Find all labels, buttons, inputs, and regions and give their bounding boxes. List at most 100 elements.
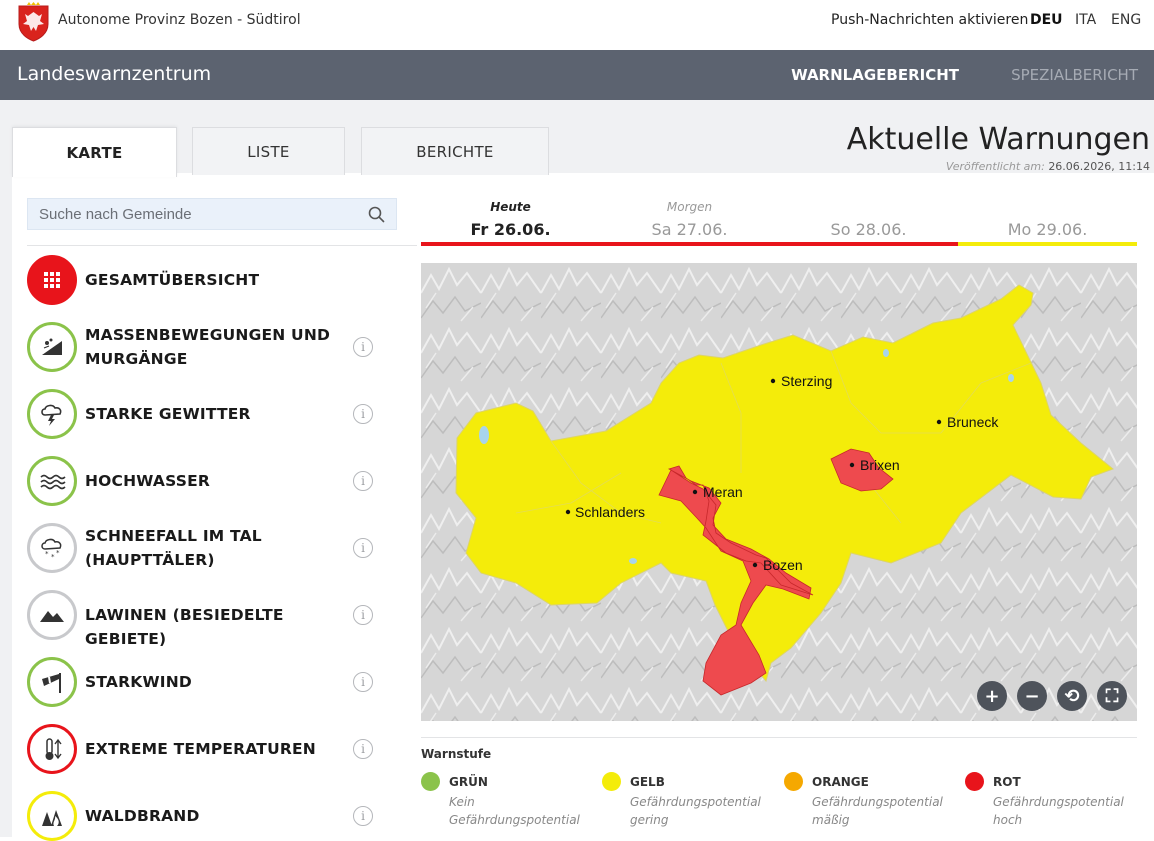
day-date: So 28.06. <box>830 220 907 239</box>
legend-name: ROT <box>993 775 1021 789</box>
push-notifications-link[interactable]: Push-Nachrichten aktivieren <box>831 12 1028 28</box>
divider <box>27 245 417 246</box>
day-label: Heute <box>490 200 531 214</box>
main-nav: Landeswarnzentrum WARNLAGEBERICHT SPEZIA… <box>0 50 1154 100</box>
tab-karte[interactable]: KARTE <box>12 127 177 177</box>
thermometer-icon <box>45 738 62 760</box>
legend-desc: Gefährdungspotential mäßig <box>812 795 943 827</box>
svg-text:*: * <box>51 553 55 561</box>
town-bozen: Bozen <box>763 557 803 573</box>
day-tab-2[interactable]: So 28.06. <box>779 200 958 239</box>
svg-text:*: * <box>45 550 49 558</box>
tab-berichte[interactable]: BERICHTE <box>361 127 549 175</box>
legend-name: ORANGE <box>812 775 869 789</box>
coat-of-arms-logo[interactable] <box>17 2 50 42</box>
zoom-in-button[interactable]: + <box>977 681 1007 711</box>
map-svg: Sterzing Bruneck Brixen Meran Schlanders… <box>421 263 1137 721</box>
info-icon[interactable]: i <box>353 471 373 491</box>
category-item-extreme-temperaturen[interactable]: EXTREME TEMPERATUREN i <box>27 724 387 774</box>
info-icon[interactable]: i <box>353 404 373 424</box>
legend-desc: Gefährdungspotential hoch <box>993 795 1124 827</box>
legend-desc: Kein Gefährdungspotential <box>449 795 580 827</box>
info-icon[interactable]: i <box>353 337 373 357</box>
fullscreen-button[interactable]: ⛶ <box>1097 681 1127 711</box>
legend-dot-yellow <box>602 772 621 791</box>
page-title: Aktuelle Warnungen <box>846 122 1150 157</box>
water-waves-icon <box>40 474 66 490</box>
town-sterzing: Sterzing <box>781 373 832 389</box>
legend-divider <box>421 737 1137 738</box>
category-label: HOCHWASSER <box>85 472 211 490</box>
zoom-out-button[interactable]: − <box>1017 681 1047 711</box>
site-brand[interactable]: Landeswarnzentrum <box>17 63 211 85</box>
warning-map[interactable]: Sterzing Bruneck Brixen Meran Schlanders… <box>421 263 1137 721</box>
category-label: WALDBRAND <box>85 807 200 825</box>
mountain-icon <box>40 611 64 622</box>
snowfall-icon: * * * <box>41 538 62 561</box>
category-status-circle <box>27 322 77 372</box>
published-value: 26.06.2026, 11:14 <box>1048 160 1150 173</box>
legend-name: GELB <box>630 775 665 789</box>
category-label: SCHNEEFALL IM TAL (HAUPTTÄLER) <box>85 527 262 569</box>
info-icon[interactable]: i <box>353 806 373 826</box>
reset-view-button[interactable]: ⟲ <box>1057 681 1087 711</box>
lang-eng[interactable]: ENG <box>1111 12 1141 28</box>
category-label: EXTREME TEMPERATUREN <box>85 740 316 758</box>
thunderstorm-icon <box>41 404 62 426</box>
category-item-lawinen[interactable]: LAWINEN (BESIEDELTE GEBIETE) i <box>27 590 387 648</box>
category-item-hochwasser[interactable]: HOCHWASSER i <box>27 456 387 506</box>
category-item-waldbrand[interactable]: WALDBRAND i <box>27 791 387 841</box>
legend-title: Warnstufe <box>421 747 492 761</box>
category-label: GESAMTÜBERSICHT <box>85 271 260 289</box>
day-date: Mo 29.06. <box>1007 220 1088 239</box>
category-status-circle <box>27 255 77 305</box>
forest-fire-icon <box>42 810 62 826</box>
category-item-starkwind[interactable]: STARKWIND i <box>27 657 387 707</box>
town-schlanders: Schlanders <box>575 504 645 520</box>
category-label: MASSENBEWEGUNGEN UND MURGÄNGE <box>85 326 331 368</box>
town-bruneck: Bruneck <box>947 414 999 430</box>
search-input[interactable] <box>28 199 348 229</box>
town-meran: Meran <box>703 484 743 500</box>
category-item-gesamtuebersicht[interactable]: GESAMTÜBERSICHT <box>27 255 387 305</box>
published-label: Veröffentlicht am: <box>945 160 1045 173</box>
landslide-icon <box>42 338 62 355</box>
org-name[interactable]: Autonome Provinz Bozen - Südtirol <box>58 12 301 28</box>
category-item-schneefall[interactable]: * * * SCHNEEFALL IM TAL (HAUPTTÄLER) i <box>27 523 387 573</box>
info-icon[interactable]: i <box>353 739 373 759</box>
lang-ita[interactable]: ITA <box>1075 12 1096 28</box>
legend-dot-red <box>965 772 984 791</box>
lang-deu[interactable]: DEU <box>1030 12 1063 28</box>
town-brixen: Brixen <box>860 457 900 473</box>
nav-spezialbericht[interactable]: SPEZIALBERICHT <box>1011 66 1138 84</box>
category-label: STARKWIND <box>85 673 192 691</box>
day-label: Morgen <box>666 200 713 214</box>
category-item-starke-gewitter[interactable]: STARKE GEWITTER i <box>27 389 387 439</box>
day-tab-1[interactable]: Morgen Sa 27.06. <box>600 200 779 239</box>
legend-dot-orange <box>784 772 803 791</box>
windsock-icon <box>42 673 61 693</box>
day-tab-0[interactable]: Heute Fr 26.06. <box>421 200 600 239</box>
category-item-massenbewegungen[interactable]: MASSENBEWEGUNGEN UND MURGÄNGE i <box>27 322 387 372</box>
info-icon[interactable]: i <box>353 672 373 692</box>
legend-name: GRÜN <box>449 775 488 789</box>
category-status-circle <box>27 724 77 774</box>
grid-icon <box>44 272 60 288</box>
day-date: Sa 27.06. <box>651 220 728 239</box>
category-status-circle <box>27 456 77 506</box>
svg-text:*: * <box>56 549 60 557</box>
info-icon[interactable]: i <box>353 538 373 558</box>
day-tab-3[interactable]: Mo 29.06. <box>958 200 1137 239</box>
published-date: Veröffentlicht am: 26.06.2026, 11:14 <box>946 160 1150 173</box>
tab-liste[interactable]: LISTE <box>192 127 345 175</box>
search-icon[interactable] <box>368 206 385 223</box>
top-bar: Autonome Provinz Bozen - Südtirol Push-N… <box>0 0 1154 50</box>
day-label <box>958 200 1137 216</box>
category-status-circle <box>27 590 77 640</box>
info-icon[interactable]: i <box>353 605 373 625</box>
nav-warnlagebericht[interactable]: WARNLAGEBERICHT <box>791 66 959 84</box>
day-date: Fr 26.06. <box>470 220 551 239</box>
category-status-circle: * * * <box>27 523 77 573</box>
legend-dot-green <box>421 772 440 791</box>
category-label: LAWINEN (BESIEDELTE GEBIETE) <box>85 606 284 648</box>
